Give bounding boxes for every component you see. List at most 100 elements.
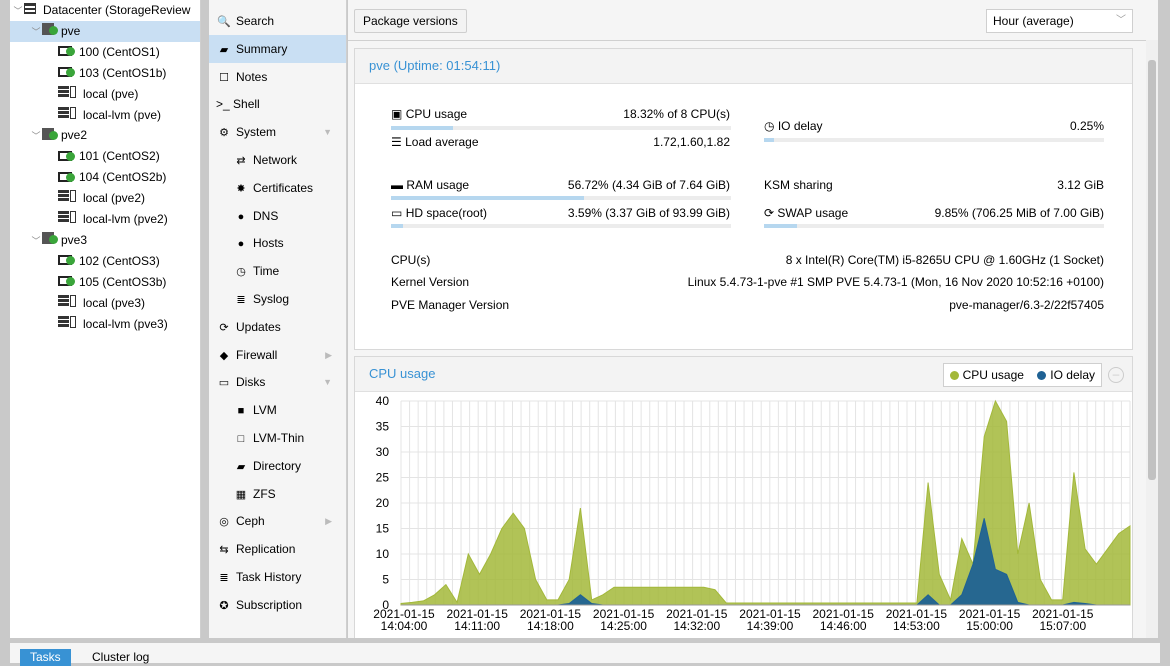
chart-legend: CPU usage IO delay	[942, 363, 1102, 387]
menu-item-ceph[interactable]: ◎ Ceph ▶	[209, 507, 346, 535]
globe-icon: ●	[237, 210, 245, 223]
tree-item[interactable]: 100 (CentOS1)	[10, 42, 160, 63]
y-tick-label: 25	[376, 471, 390, 485]
chevron-down-icon[interactable]: ﹀	[30, 22, 42, 43]
tree-item[interactable]: local (pve2)	[10, 188, 145, 209]
menu-item-shell[interactable]: >_ Shell	[209, 90, 346, 118]
chevron-down-icon[interactable]: ﹀	[12, 1, 24, 22]
menu-item-label: Updates	[236, 319, 281, 334]
node-online-icon	[42, 21, 58, 42]
ksm-sharing-label: KSM sharing	[764, 178, 833, 192]
x-tick-label: 14:39:00	[747, 619, 794, 633]
scrollbar[interactable]	[1146, 40, 1158, 638]
tree-item[interactable]: local-lvm (pve3)	[10, 314, 168, 335]
ceph-icon: ◎	[219, 516, 229, 529]
menu-item-lvm[interactable]: ■ LVM	[209, 396, 346, 424]
tree-item-label: 101 (CentOS2)	[79, 149, 160, 164]
x-tick-label: 14:32:00	[673, 619, 720, 633]
tree-item-label: 100 (CentOS1)	[79, 44, 160, 59]
chevron-down-icon[interactable]: ﹀	[30, 126, 42, 147]
menu-item-network[interactable]: ⇄ Network	[209, 146, 346, 174]
tree-item[interactable]: ﹀ Datacenter (StorageReview	[10, 0, 190, 21]
scrollbar-thumb[interactable]	[1148, 60, 1156, 480]
th-large-icon: ▦	[235, 488, 247, 501]
ram-usage-bar	[391, 196, 731, 200]
menu-item-certificates[interactable]: ✸ Certificates	[209, 174, 346, 202]
menu-item-syslog[interactable]: ≣ Syslog	[209, 285, 346, 313]
menu-item-summary[interactable]: ▰ Summary	[209, 34, 346, 63]
tree-item[interactable]: ﹀ pve2	[10, 125, 87, 146]
tree-item-label: pve	[61, 23, 81, 38]
search-icon: 🔍	[217, 16, 231, 28]
menu-item-firewall[interactable]: ◆ Firewall ▶	[209, 341, 346, 369]
menu-item-search[interactable]: 🔍 Search	[209, 7, 346, 35]
package-versions-button[interactable]: Package versions	[354, 9, 467, 33]
tree-item[interactable]: ﹀ pve3	[10, 230, 87, 251]
hdd-icon: ▭	[218, 377, 230, 390]
vm-running-icon	[58, 251, 75, 272]
legend-io-delay[interactable]: IO delay	[1037, 368, 1095, 382]
y-tick-label: 5	[382, 573, 389, 587]
ksm-sharing-value: 3.12 GiB	[1057, 178, 1104, 192]
menu-item-disks[interactable]: ▭ Disks ▼	[209, 368, 346, 396]
notes-icon: ☐	[219, 71, 229, 84]
support-icon: ✪	[219, 599, 229, 612]
menu-item-directory[interactable]: ▰ Directory	[209, 452, 346, 480]
menu-item-lvm-thin[interactable]: □ LVM-Thin	[209, 424, 346, 452]
refresh-icon: ⟳	[219, 321, 229, 334]
vm-running-icon	[58, 42, 75, 63]
tab-cluster-log[interactable]: Cluster log	[82, 649, 159, 666]
bar-fill	[764, 224, 798, 228]
storage-icon	[58, 314, 76, 335]
caret-down-icon: ▼	[323, 377, 332, 388]
menu-item-label: System	[236, 125, 277, 140]
menu-item-time[interactable]: ◷ Time	[209, 257, 346, 285]
tree-item-label: 102 (CentOS3)	[79, 253, 160, 268]
chevron-down-icon[interactable]: ﹀	[30, 231, 42, 252]
tree-item[interactable]: local-lvm (pve)	[10, 105, 161, 126]
clock-icon: ◷	[236, 266, 246, 279]
menu-item-notes[interactable]: ☐ Notes	[209, 63, 346, 91]
menu-item-updates[interactable]: ⟳ Updates	[209, 313, 346, 341]
bar-fill	[391, 126, 454, 130]
menu-item-replication[interactable]: ⇆ Replication	[209, 535, 346, 563]
book-icon: ▰	[219, 43, 229, 56]
menu-item-dns[interactable]: ● DNS	[209, 202, 346, 230]
tree-item[interactable]: ﹀ pve	[10, 20, 200, 43]
tree-item[interactable]: local-lvm (pve2)	[10, 209, 168, 230]
x-tick-label: 15:07:00	[1039, 619, 1086, 633]
tab-tasks[interactable]: Tasks	[20, 649, 71, 666]
menu-item-label: Hosts	[253, 236, 284, 251]
menu-item-label: Firewall	[236, 347, 278, 362]
legend-dot-cpu	[949, 371, 959, 380]
menu-item-system[interactable]: ⚙ System ▼	[209, 118, 346, 146]
tree-item[interactable]: 105 (CentOS3b)	[10, 272, 166, 293]
timeframe-select[interactable]: Hour (average) ﹀	[986, 9, 1133, 33]
tree-item[interactable]: 103 (CentOS1b)	[10, 63, 166, 84]
menu-item-task-history[interactable]: ≣ Task History	[209, 563, 346, 591]
y-tick-label: 40	[376, 394, 390, 408]
legend-cpu-usage[interactable]: CPU usage	[949, 368, 1024, 382]
menu-item-subscription[interactable]: ✪ Subscription	[209, 591, 346, 619]
tree-item[interactable]: 104 (CentOS2b)	[10, 167, 166, 188]
tree-item[interactable]: 102 (CentOS3)	[10, 251, 160, 272]
bottom-panel: Tasks Cluster log	[10, 643, 1160, 666]
tree-item[interactable]: 101 (CentOS2)	[10, 146, 160, 167]
y-tick-label: 15	[376, 522, 390, 536]
tree-item[interactable]: local (pve)	[10, 84, 138, 105]
collapse-icon[interactable]: –	[1108, 367, 1124, 383]
cpu-usage-bar	[391, 126, 731, 130]
kernel-version-value: Linux 5.4.73-1-pve #1 SMP PVE 5.4.73-1 (…	[687, 275, 1104, 289]
tree-item[interactable]: local (pve3)	[10, 293, 145, 314]
list-icon: ≣	[236, 294, 246, 306]
ram-usage-label: ▬ RAM usage	[391, 178, 470, 192]
io-delay-label: ◷ IO delay	[764, 119, 823, 133]
y-tick-label: 20	[376, 496, 390, 510]
load-average-value: 1.72,1.60,1.82	[653, 135, 730, 149]
retweet-icon: ⇆	[219, 544, 229, 557]
x-tick-label: 14:46:00	[820, 619, 867, 633]
menu-item-zfs[interactable]: ▦ ZFS	[209, 480, 346, 508]
server-icon	[24, 0, 36, 21]
menu-item-hosts[interactable]: ● Hosts	[209, 229, 346, 257]
vm-running-icon	[58, 168, 75, 189]
